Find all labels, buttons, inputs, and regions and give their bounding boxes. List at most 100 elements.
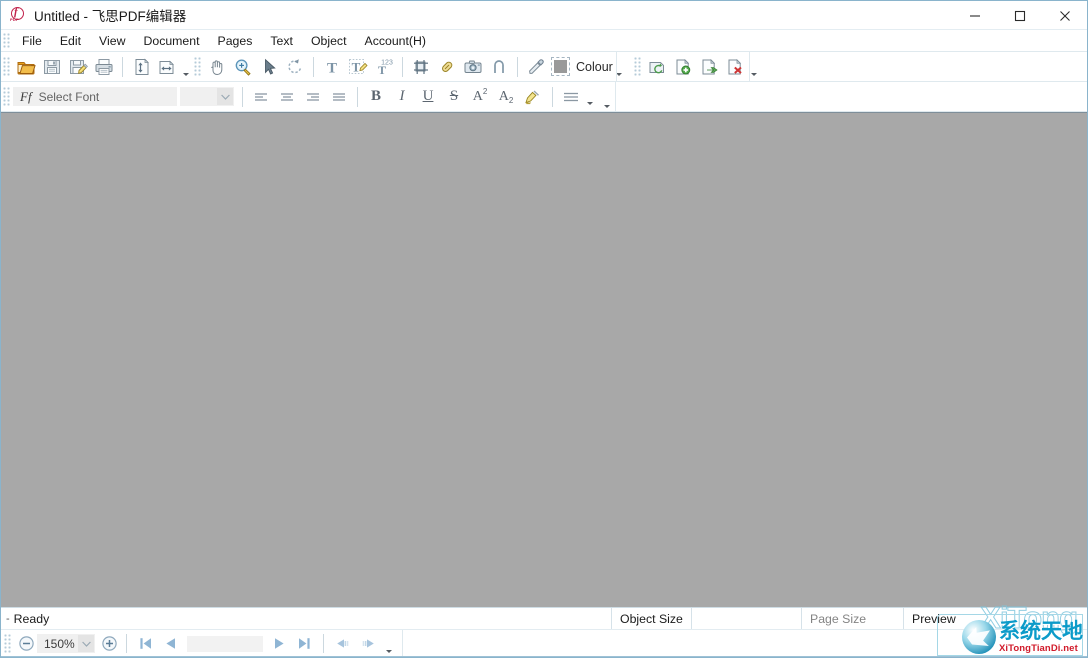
menubar-gripper[interactable] [3, 33, 11, 49]
colour-picker[interactable]: Colour [549, 54, 625, 80]
navbar-end-divider [402, 630, 403, 657]
align-center-icon[interactable] [274, 85, 300, 109]
open-icon[interactable] [13, 54, 39, 80]
navbar-gripper[interactable] [4, 634, 11, 654]
window-title: Untitled - 飞思PDF编辑器 [34, 5, 186, 25]
toolbar-group-divider [616, 52, 617, 81]
line-spacing-icon[interactable] [558, 85, 584, 109]
fontbar-separator-3 [552, 87, 553, 107]
fontbar-overflow-caret[interactable] [601, 82, 613, 111]
hand-tool-icon[interactable] [204, 54, 230, 80]
subscript-button[interactable]: A2 [493, 85, 519, 109]
crop-icon[interactable] [408, 54, 434, 80]
menu-bar: File Edit View Document Pages Text Objec… [1, 30, 1087, 52]
zoom-in-icon[interactable] [98, 633, 120, 655]
navigation-bar: 150% [1, 629, 1087, 657]
navbar-overflow-caret[interactable] [383, 630, 395, 658]
next-page-button[interactable] [267, 632, 292, 656]
print-icon[interactable] [91, 54, 117, 80]
toolbar-end-divider [749, 52, 750, 81]
add-text-icon[interactable]: T [319, 54, 345, 80]
title-bar: f PDF Untitled - 飞思PDF编辑器 [1, 1, 1087, 30]
font-icon: Ff [20, 89, 32, 105]
colour-dropdown-caret[interactable] [613, 54, 625, 80]
main-toolbar: T T T 123 [1, 52, 1087, 82]
save-icon[interactable] [39, 54, 65, 80]
fit-dropdown-caret[interactable] [180, 54, 192, 80]
refresh-page-icon[interactable] [644, 54, 670, 80]
main-toolbar-gripper[interactable] [3, 57, 10, 77]
maximize-icon[interactable] [997, 1, 1042, 30]
navigate-group-gripper[interactable] [194, 57, 201, 77]
close-icon[interactable] [1042, 1, 1087, 30]
align-left-icon[interactable] [248, 85, 274, 109]
extract-page-icon[interactable] [696, 54, 722, 80]
application-window: f PDF Untitled - 飞思PDF编辑器 File Edit View… [0, 0, 1088, 658]
font-size-chevron-down-icon[interactable] [217, 88, 233, 105]
prev-page-button[interactable] [158, 632, 183, 656]
page-number-input[interactable] [187, 636, 263, 652]
page-ops-gripper[interactable] [634, 57, 641, 77]
toolbar-separator [517, 57, 518, 77]
last-page-button[interactable] [292, 632, 317, 656]
insert-page-icon[interactable] [670, 54, 696, 80]
link-icon[interactable] [434, 54, 460, 80]
font-family-placeholder: Select Font [39, 90, 100, 104]
edit-text-icon[interactable]: T [345, 54, 371, 80]
align-right-icon[interactable] [300, 85, 326, 109]
image-icon[interactable] [460, 54, 486, 80]
fontbar-end-divider [615, 82, 616, 111]
forward-view-button[interactable] [355, 632, 380, 656]
back-view-button[interactable] [330, 632, 355, 656]
eyedropper-icon[interactable] [523, 54, 549, 80]
menu-pages[interactable]: Pages [209, 32, 262, 51]
font-toolbar-gripper[interactable] [3, 87, 10, 107]
font-size-input[interactable] [180, 87, 234, 106]
status-preview: Preview [903, 608, 987, 629]
fit-width-icon[interactable] [154, 54, 180, 80]
menu-file[interactable]: File [13, 32, 51, 51]
menu-account[interactable]: Account(H) [356, 32, 436, 51]
select-tool-icon[interactable] [256, 54, 282, 80]
colour-swatch[interactable] [551, 57, 570, 76]
italic-button[interactable]: I [389, 85, 415, 109]
zoom-out-icon[interactable] [15, 633, 37, 655]
superscript-button[interactable]: A2 [467, 85, 493, 109]
toolbar-separator [313, 57, 314, 77]
svg-text:T: T [352, 59, 361, 74]
save-as-icon[interactable] [65, 54, 91, 80]
menu-document[interactable]: Document [134, 32, 208, 51]
zoom-level-input[interactable]: 150% [37, 634, 95, 653]
fit-height-icon[interactable] [128, 54, 154, 80]
font-family-input[interactable]: Ff Select Font [13, 87, 177, 106]
align-justify-icon[interactable] [326, 85, 352, 109]
shape-icon[interactable] [486, 54, 512, 80]
navbar-bottom-line [1, 656, 1087, 657]
navbar-separator [126, 634, 127, 653]
zoom-chevron-down-icon[interactable] [78, 635, 94, 652]
document-canvas[interactable] [1, 112, 1087, 607]
first-page-button[interactable] [133, 632, 158, 656]
delete-page-icon[interactable] [722, 54, 748, 80]
underline-button[interactable]: U [415, 85, 441, 109]
status-object-size: Object Size [611, 608, 691, 629]
pdf-app-icon: f PDF [10, 7, 26, 23]
menu-view[interactable]: View [90, 32, 134, 51]
status-resize-grip: - [6, 613, 10, 625]
strikethrough-button[interactable]: S [441, 85, 467, 109]
minimize-icon[interactable] [952, 1, 997, 30]
svg-text:T: T [327, 60, 337, 76]
menu-edit[interactable]: Edit [51, 32, 90, 51]
fontbar-separator-2 [357, 87, 358, 107]
zoom-tool-icon[interactable] [230, 54, 256, 80]
line-spacing-dropdown-caret[interactable] [584, 85, 596, 109]
zoom-level-value: 150% [37, 637, 75, 651]
menu-object[interactable]: Object [302, 32, 356, 51]
text-order-icon[interactable]: T 123 [371, 54, 397, 80]
rotate-icon[interactable] [282, 54, 308, 80]
status-object-size-value [691, 608, 801, 629]
highlight-button[interactable] [519, 85, 545, 109]
menu-text[interactable]: Text [261, 32, 302, 51]
window-controls [952, 1, 1087, 30]
bold-button[interactable]: B [363, 85, 389, 109]
